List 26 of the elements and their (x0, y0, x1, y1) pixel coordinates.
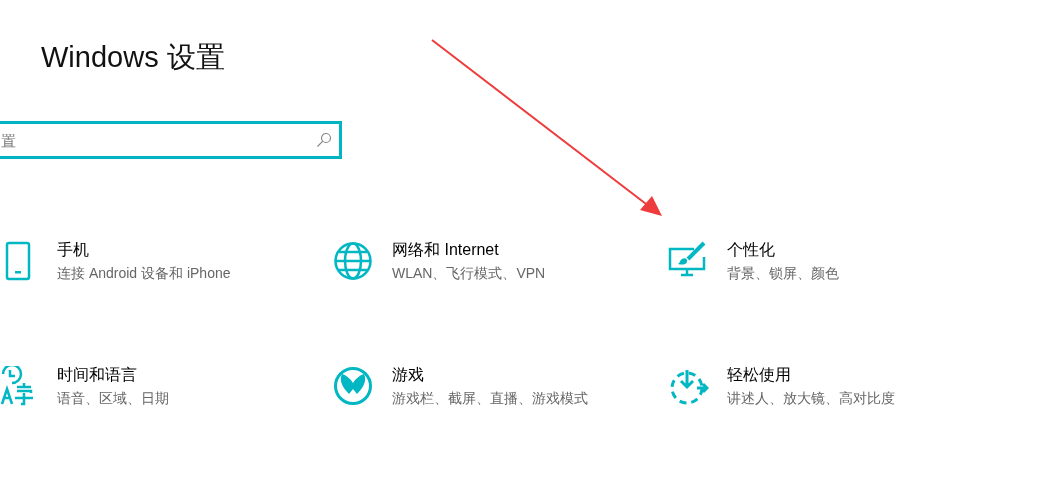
category-subtitle: 连接 Android 设备和 iPhone (57, 264, 231, 283)
search-field[interactable]: 置 (0, 121, 342, 159)
settings-category[interactable]: 网络和 Internet WLAN、飞行模式、VPN (329, 239, 664, 283)
phone-icon (5, 241, 31, 281)
category-title: 网络和 Internet (392, 240, 500, 260)
xbox-icon (333, 366, 373, 406)
category-subtitle: 游戏栏、截屏、直播、游戏模式 (392, 389, 588, 408)
monitor-brush-icon (668, 241, 708, 277)
settings-category[interactable]: 游戏 游戏栏、截屏、直播、游戏模式 (329, 364, 664, 408)
category-subtitle: WLAN、飞行模式、VPN (392, 264, 546, 283)
category-title: 游戏 (392, 365, 425, 385)
category-subtitle: 讲述人、放大镜、高对比度 (727, 389, 895, 408)
settings-category[interactable]: 个性化 背景、锁屏、颜色 (664, 239, 999, 283)
category-title: 个性化 (727, 240, 776, 260)
category-subtitle: 语音、区域、日期 (57, 389, 169, 408)
category-title: 时间和语言 (57, 365, 138, 385)
settings-category[interactable]: 手机 连接 Android 设备和 iPhone (0, 239, 329, 283)
settings-category[interactable]: 时间和语言 语音、区域、日期 (0, 364, 329, 408)
settings-category[interactable]: 轻松使用 讲述人、放大镜、高对比度 (664, 364, 999, 408)
category-title: 手机 (57, 240, 90, 260)
category-subtitle: 背景、锁屏、颜色 (727, 264, 839, 283)
window-title: Windows 设置 (41, 40, 225, 75)
clock-letter-icon (1, 366, 35, 406)
globe-icon (333, 241, 373, 281)
category-title: 轻松使用 (727, 365, 792, 385)
search-icon[interactable] (316, 132, 332, 148)
